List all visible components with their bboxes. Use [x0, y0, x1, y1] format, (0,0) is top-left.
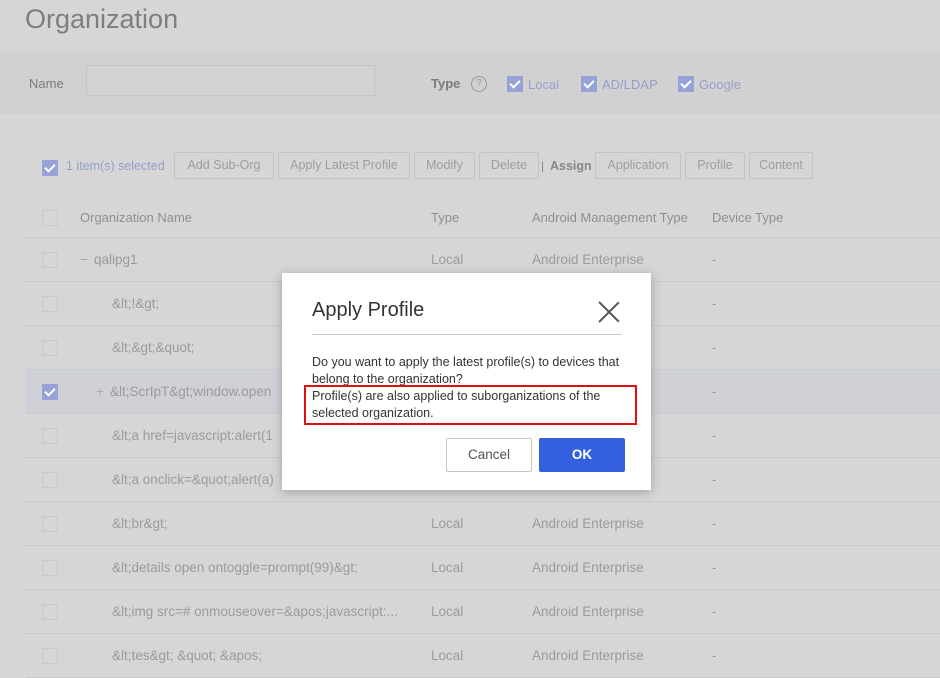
- column-header-organization-name[interactable]: Organization Name: [80, 197, 192, 239]
- dialog-title: Apply Profile: [312, 299, 425, 321]
- row-checkbox[interactable]: [42, 516, 58, 532]
- selection-count: 1 item(s) selected: [66, 159, 165, 173]
- delete-button[interactable]: Delete: [479, 152, 539, 179]
- android-management-type-cell: Android Enterprise: [532, 604, 644, 619]
- cancel-button[interactable]: Cancel: [446, 438, 532, 472]
- type-cell: Local: [431, 604, 464, 619]
- organization-name: &lt;br&gt;: [112, 516, 168, 531]
- organization-name: &lt;&gt;&quot;: [112, 340, 195, 355]
- organization-name-cell[interactable]: &lt;&gt;&quot;: [80, 326, 195, 369]
- column-header-android-management-type[interactable]: Android Management Type: [532, 197, 688, 239]
- row-checkbox[interactable]: [42, 384, 58, 400]
- dialog-divider: [312, 334, 622, 335]
- question-circle-icon[interactable]: ?: [471, 76, 487, 92]
- table-row[interactable]: &lt;br&gt; Local Android Enterprise -: [25, 502, 940, 546]
- device-type-cell: -: [712, 560, 717, 575]
- organization-name: &lt;tes&gt; &quot; &apos;: [112, 648, 263, 663]
- action-toolbar: 1 item(s) selected Add Sub-Org Apply Lat…: [0, 152, 940, 182]
- row-checkbox[interactable]: [42, 604, 58, 620]
- table-header: Organization Name Type Android Managemen…: [25, 197, 940, 238]
- organization-name-cell[interactable]: &lt;a href=javascript:alert(1: [80, 414, 273, 457]
- device-type-cell: -: [712, 252, 717, 267]
- type-cell: Local: [431, 648, 464, 663]
- type-label: Type: [431, 76, 461, 91]
- type-adldap-checkbox[interactable]: [581, 76, 597, 92]
- name-label: Name: [29, 76, 64, 91]
- device-type-cell: -: [712, 296, 717, 311]
- organization-name: &lt;!&gt;: [112, 296, 160, 311]
- assign-label: Assign: [550, 159, 592, 173]
- add-sub-org-button[interactable]: Add Sub-Org: [174, 152, 274, 179]
- organization-name-cell[interactable]: − qalipg1: [80, 238, 138, 281]
- row-checkbox[interactable]: [42, 340, 58, 356]
- organization-name: &lt;img src=# onmouseover=&apos;javascri…: [112, 604, 398, 619]
- organization-name-cell[interactable]: &lt;img src=# onmouseover=&apos;javascri…: [80, 590, 398, 633]
- type-local-label[interactable]: Local: [528, 77, 559, 92]
- apply-latest-profile-button[interactable]: Apply Latest Profile: [278, 152, 410, 179]
- column-header-device-type[interactable]: Device Type: [712, 197, 783, 239]
- row-checkbox[interactable]: [42, 296, 58, 312]
- filter-bar: Name Type ? Local AD/LDAP Google: [0, 52, 940, 114]
- dialog-highlighted-note: Profile(s) are also applied to suborgani…: [304, 385, 637, 425]
- page-title: Organization: [25, 4, 179, 34]
- device-type-cell: -: [712, 472, 717, 487]
- assign-content-button[interactable]: Content: [749, 152, 813, 179]
- organization-name-cell[interactable]: &lt;a onclick=&quot;alert(a): [80, 458, 274, 501]
- modify-button[interactable]: Modify: [414, 152, 475, 179]
- type-google-label[interactable]: Google: [699, 77, 741, 92]
- device-type-cell: -: [712, 604, 717, 619]
- apply-profile-dialog: Apply Profile Do you want to apply the l…: [282, 273, 651, 490]
- expand-icon[interactable]: +: [96, 370, 110, 413]
- row-checkbox[interactable]: [42, 472, 58, 488]
- toolbar-separator: |: [541, 159, 545, 173]
- select-all-checkbox[interactable]: [42, 210, 58, 226]
- type-adldap-label[interactable]: AD/LDAP: [602, 77, 658, 92]
- organization-name: &lt;ScrIpT&gt;window.open: [110, 384, 272, 399]
- close-icon[interactable]: [598, 301, 620, 323]
- select-all-indicator-checkbox[interactable]: [42, 160, 58, 176]
- row-checkbox[interactable]: [42, 560, 58, 576]
- table-row[interactable]: &lt;img src=# onmouseover=&apos;javascri…: [25, 590, 940, 634]
- type-cell: Local: [431, 516, 464, 531]
- organization-name: &lt;details open ontoggle=prompt(99)&gt;: [112, 560, 358, 575]
- type-google-checkbox[interactable]: [678, 76, 694, 92]
- organization-name-cell[interactable]: + &lt;ScrIpT&gt;window.open: [80, 370, 271, 413]
- device-type-cell: -: [712, 428, 717, 443]
- assign-profile-button[interactable]: Profile: [685, 152, 745, 179]
- type-cell: Local: [431, 560, 464, 575]
- column-header-type[interactable]: Type: [431, 197, 459, 239]
- row-checkbox[interactable]: [42, 648, 58, 664]
- organization-name-cell[interactable]: &lt;!&gt;: [80, 282, 159, 325]
- dialog-message: Do you want to apply the latest profile(…: [312, 355, 620, 386]
- android-management-type-cell: Android Enterprise: [532, 648, 644, 663]
- name-search-input[interactable]: [86, 65, 375, 96]
- type-local-checkbox[interactable]: [507, 76, 523, 92]
- table-row[interactable]: &lt;details open ontoggle=prompt(99)&gt;…: [25, 546, 940, 590]
- device-type-cell: -: [712, 648, 717, 663]
- organization-name: &lt;a href=javascript:alert(1: [112, 428, 273, 443]
- android-management-type-cell: Android Enterprise: [532, 516, 644, 531]
- ok-button[interactable]: OK: [539, 438, 625, 472]
- android-management-type-cell: Android Enterprise: [532, 560, 644, 575]
- assign-application-button[interactable]: Application: [595, 152, 681, 179]
- organization-name: &lt;a onclick=&quot;alert(a): [112, 472, 274, 487]
- table-row[interactable]: &lt;tes&gt; &quot; &apos; Local Android En…: [25, 634, 940, 678]
- row-checkbox[interactable]: [42, 428, 58, 444]
- device-type-cell: -: [712, 384, 717, 399]
- organization-name-cell[interactable]: &lt;br&gt;: [80, 502, 168, 545]
- organization-name: qalipg1: [94, 252, 138, 267]
- device-type-cell: -: [712, 340, 717, 355]
- device-type-cell: -: [712, 516, 717, 531]
- organization-name-cell[interactable]: &lt;tes&gt; &quot; &apos;: [80, 634, 262, 677]
- collapse-icon[interactable]: −: [80, 238, 94, 281]
- row-checkbox[interactable]: [42, 252, 58, 268]
- organization-name-cell[interactable]: &lt;details open ontoggle=prompt(99)&gt;: [80, 546, 358, 589]
